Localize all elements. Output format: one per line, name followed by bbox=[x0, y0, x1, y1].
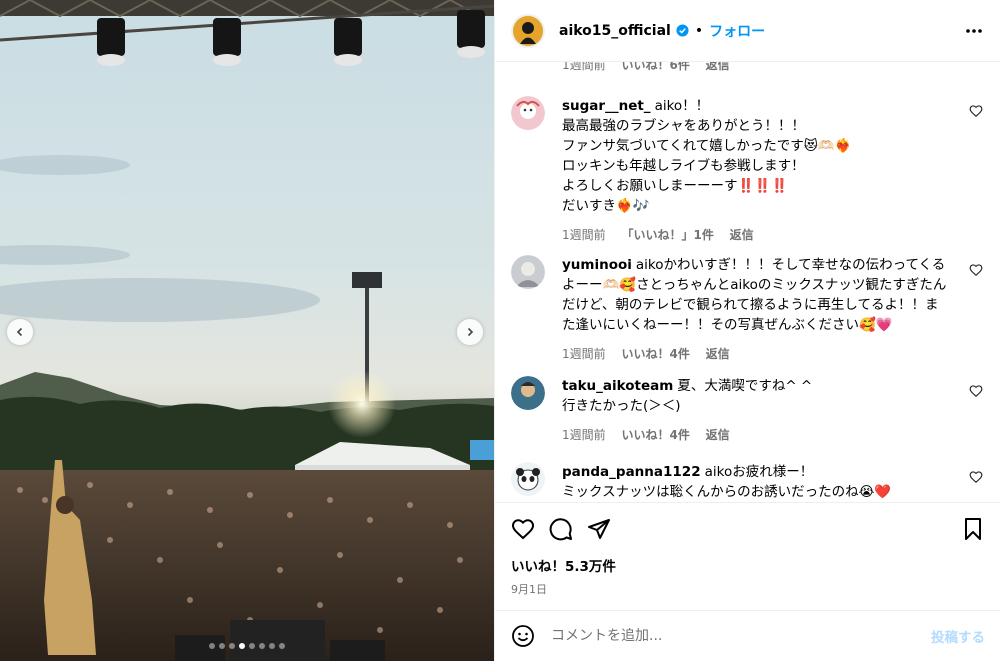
bookmark-icon[interactable] bbox=[961, 517, 985, 541]
heart-icon[interactable] bbox=[969, 384, 983, 398]
comment-text: 最高最強のラブシャをありがとう！！！ bbox=[562, 118, 805, 134]
comment-text: よろしくお願いしまーーーす‼️‼️‼️ bbox=[562, 178, 788, 194]
previous-media-button[interactable] bbox=[7, 319, 33, 345]
comment-text: aikoお疲れ様ー！ bbox=[704, 464, 814, 480]
commenter-username[interactable]: yuminooi bbox=[562, 257, 632, 273]
comment-meta: 1週間前 いいね！4件 返信 bbox=[562, 426, 991, 443]
comment-time: 1週間前 bbox=[562, 62, 606, 72]
header-separator: • bbox=[694, 22, 704, 39]
likes-count[interactable]: いいね！5.3万件 bbox=[495, 541, 1000, 575]
chevron-left-icon bbox=[16, 327, 23, 337]
commenter-avatar[interactable] bbox=[511, 255, 545, 289]
avatar-image bbox=[511, 376, 545, 410]
verified-badge-icon bbox=[676, 24, 689, 37]
add-comment-bar: 投稿する bbox=[495, 610, 1000, 661]
comment-item: taku_aikoteam 夏、大満喫ですね^ ^ 行きたかった(＞＜) 1週間前… bbox=[511, 376, 991, 443]
reply-button[interactable]: 返信 bbox=[730, 228, 754, 242]
comment-text: 夏、大満喫ですね^ ^ bbox=[677, 378, 813, 394]
heart-icon[interactable] bbox=[969, 470, 983, 484]
post-panel: aiko15_official • フォロー 1週間前 いいね！6件 返信 su… bbox=[494, 0, 1000, 661]
avatar-image bbox=[513, 15, 543, 46]
reply-button[interactable]: 返信 bbox=[706, 428, 730, 442]
comment-text: ミックスナッツは聡くんからのお誘いだったのね😭❤️ bbox=[562, 484, 892, 500]
comment-text: だいすき❤️‍🔥🎶 bbox=[562, 198, 650, 214]
comment-item: yuminooi aikoかわいすぎ！！！そして幸せなの伝わってくる よーー🫶🏻🥰… bbox=[511, 255, 991, 362]
author-username[interactable]: aiko15_official bbox=[559, 23, 671, 39]
comment-text: ロッキンも年越しライブも参戦します！ bbox=[562, 158, 805, 174]
avatar-image bbox=[511, 255, 545, 289]
comment-icon[interactable] bbox=[549, 517, 573, 541]
post-header: aiko15_official • フォロー bbox=[495, 0, 1000, 62]
post-media bbox=[0, 0, 494, 661]
smiley-icon[interactable] bbox=[511, 624, 535, 648]
comment-text: ファンサ気づいてくれて嬉しかったです😻🫶🏻❤️‍🔥 bbox=[562, 138, 852, 154]
partial-comment-meta: 1週間前 いいね！6件 返信 bbox=[562, 62, 742, 73]
heart-icon[interactable] bbox=[969, 104, 983, 118]
comment-time: 1週間前 bbox=[562, 228, 606, 242]
comment-meta: 1週間前 「いいね！」1件 返信 bbox=[562, 226, 991, 243]
commenter-avatar[interactable] bbox=[511, 96, 545, 130]
carousel-dot bbox=[269, 643, 275, 649]
reply-button[interactable]: 返信 bbox=[706, 62, 730, 72]
chevron-right-icon bbox=[467, 327, 474, 337]
more-horizontal-icon[interactable] bbox=[964, 21, 984, 41]
commenter-username[interactable]: sugar__net_ bbox=[562, 98, 651, 114]
author-avatar[interactable] bbox=[511, 13, 545, 48]
next-media-button[interactable] bbox=[457, 319, 483, 345]
paper-plane-icon[interactable] bbox=[587, 517, 611, 541]
comment-text: 行きたかった(＞＜) bbox=[562, 398, 681, 414]
comment-time: 1週間前 bbox=[562, 428, 606, 442]
comment-text: た逢いにいくねーー！！その写真ぜんぶください🥰💗 bbox=[562, 317, 893, 333]
carousel-dot bbox=[249, 643, 255, 649]
commenter-avatar[interactable] bbox=[511, 462, 545, 496]
comment-item: sugar__net_ aiko！！ 最高最強のラブシャをありがとう！！！ ファン… bbox=[511, 96, 991, 243]
carousel-dots bbox=[0, 643, 494, 649]
reply-button[interactable]: 返信 bbox=[706, 347, 730, 361]
commenter-username[interactable]: taku_aikoteam bbox=[562, 378, 673, 394]
carousel-dot bbox=[209, 643, 215, 649]
post-actions: いいね！5.3万件 9月1日 bbox=[495, 502, 1000, 610]
comment-item: panda_panna1122 aikoお疲れ様ー！ ミックスナッツは聡くんからの… bbox=[511, 462, 991, 502]
comment-meta: 1週間前 いいね！4件 返信 bbox=[562, 345, 991, 362]
heart-icon[interactable] bbox=[511, 517, 535, 541]
carousel-dot bbox=[279, 643, 285, 649]
comment-text: aikoかわいすぎ！！！そして幸せなの伝わってくる bbox=[635, 257, 946, 273]
comment-text: だけど、朝のテレビで観られて擦るように再生してるよ！！ま bbox=[562, 297, 939, 313]
comment-likes[interactable]: いいね！6件 bbox=[621, 62, 689, 72]
carousel-dot bbox=[229, 643, 235, 649]
concert-photo bbox=[0, 0, 494, 661]
comment-text: よーー🫶🏻🥰さとっちゃんとaikoのミックスナッツ観たすぎたん bbox=[562, 277, 947, 293]
comment-likes[interactable]: いいね！4件 bbox=[621, 347, 689, 361]
carousel-dot bbox=[259, 643, 265, 649]
comment-likes[interactable]: いいね！4件 bbox=[621, 428, 689, 442]
avatar-image bbox=[511, 96, 545, 130]
comments-list[interactable]: 1週間前 いいね！6件 返信 sugar__net_ aiko！！ 最高最強のラブ… bbox=[495, 62, 1000, 502]
heart-icon[interactable] bbox=[969, 263, 983, 277]
avatar-image bbox=[511, 462, 545, 496]
follow-button[interactable]: フォロー bbox=[709, 21, 765, 41]
comment-text: aiko！！ bbox=[654, 98, 710, 114]
carousel-dot bbox=[239, 643, 245, 649]
commenter-username[interactable]: panda_panna1122 bbox=[562, 464, 701, 480]
post-date[interactable]: 9月1日 bbox=[495, 575, 1000, 597]
post-comment-button[interactable]: 投稿する bbox=[931, 626, 985, 646]
comment-time: 1週間前 bbox=[562, 347, 606, 361]
commenter-avatar[interactable] bbox=[511, 376, 545, 410]
comment-likes[interactable]: 「いいね！」1件 bbox=[621, 228, 713, 242]
carousel-dot bbox=[219, 643, 225, 649]
comment-input[interactable] bbox=[551, 628, 931, 644]
